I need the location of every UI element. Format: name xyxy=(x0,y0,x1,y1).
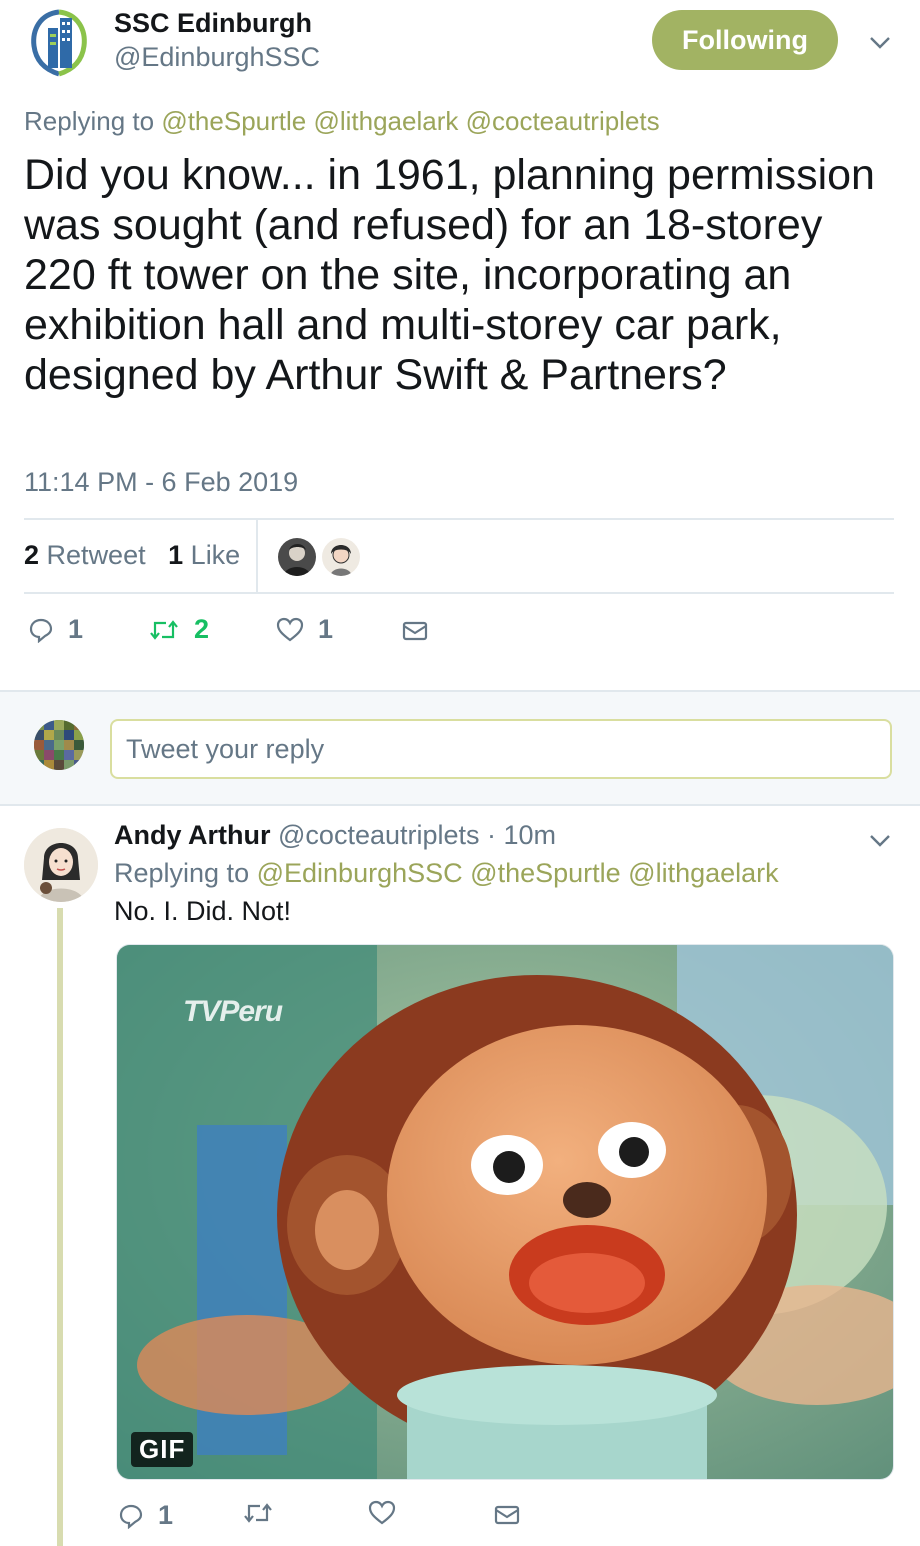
stats-divider xyxy=(256,520,258,594)
reply-header: Andy Arthur @cocteautriplets · 10m xyxy=(114,820,556,851)
chevron-down-icon xyxy=(870,37,890,49)
mention-link[interactable]: @theSpurtle xyxy=(161,106,306,136)
reply-icon xyxy=(29,618,53,643)
message-action[interactable] xyxy=(402,620,428,642)
mention-link[interactable]: @cocteautriplets xyxy=(466,106,660,136)
reply-age[interactable]: · 10m xyxy=(487,820,556,850)
chevron-down-icon xyxy=(870,835,890,847)
thread-line xyxy=(57,908,63,1546)
replying-prefix: Replying to xyxy=(114,858,250,888)
retweet-stat[interactable]: 2 Retweet xyxy=(24,540,146,570)
mention-link[interactable]: @lithgaelark xyxy=(313,106,458,136)
retweet-stat-count: 2 xyxy=(24,540,40,570)
message-action[interactable] xyxy=(494,1504,520,1526)
tweet-options-caret[interactable] xyxy=(865,28,895,58)
gif-badge: GIF xyxy=(131,1432,194,1467)
media-watermark: TVPeru xyxy=(183,995,283,1028)
author-name[interactable]: SSC Edinburgh xyxy=(114,8,312,39)
like-count: 1 xyxy=(318,614,334,644)
like-stat-count: 1 xyxy=(168,540,184,570)
envelope-icon xyxy=(402,621,428,641)
building-logo-icon xyxy=(31,9,87,77)
like-action[interactable] xyxy=(368,1500,396,1526)
reply-author-handle[interactable]: @cocteautriplets xyxy=(278,820,480,850)
illustrated-avatar-icon xyxy=(24,828,98,902)
mention-link[interactable]: @theSpurtle xyxy=(470,858,621,888)
replying-to: Replying to @theSpurtle @lithgaelark @co… xyxy=(24,106,660,137)
reply-count: 1 xyxy=(68,614,84,644)
retweet-icon xyxy=(244,1503,272,1523)
mention-link[interactable]: @EdinburghSSC xyxy=(257,858,463,888)
reply-icon xyxy=(119,1504,143,1529)
person-avatar-icon xyxy=(278,538,316,576)
reply-action[interactable]: 1 xyxy=(118,1500,173,1531)
like-action[interactable]: 1 xyxy=(276,614,333,645)
retweet-action[interactable]: 2 xyxy=(148,614,209,645)
reply-author-name[interactable]: Andy Arthur xyxy=(114,820,271,850)
reply-author-avatar[interactable] xyxy=(24,828,98,902)
current-user-avatar[interactable] xyxy=(34,720,84,770)
reply-input[interactable]: Tweet your reply xyxy=(110,719,892,779)
retweet-count: 2 xyxy=(194,614,210,644)
reply-action[interactable]: 1 xyxy=(28,614,83,645)
like-stat[interactable]: 1 Like xyxy=(168,540,240,570)
reply-count: 1 xyxy=(158,1500,174,1530)
gif-media[interactable]: TVPeru GIF xyxy=(116,944,894,1480)
reply-options-caret[interactable] xyxy=(865,826,895,856)
mosaic-avatar-icon xyxy=(34,720,84,770)
author-avatar[interactable] xyxy=(26,8,92,78)
divider xyxy=(24,518,894,520)
liker-avatar[interactable] xyxy=(278,538,316,576)
author-handle[interactable]: @EdinburghSSC xyxy=(114,42,320,73)
retweet-action[interactable] xyxy=(242,1500,274,1526)
reply-replying-to: Replying to @EdinburghSSC @theSpurtle @l… xyxy=(114,858,779,889)
tweet-timestamp[interactable]: 11:14 PM - 6 Feb 2019 xyxy=(24,467,298,498)
reply-text: No. I. Did. Not! xyxy=(114,896,292,926)
liker-avatar[interactable] xyxy=(322,538,360,576)
engagement-stats: 2 Retweet 1 Like xyxy=(24,540,240,571)
retweet-stat-label: Retweet xyxy=(46,540,146,570)
person-avatar-icon xyxy=(322,538,360,576)
like-stat-label: Like xyxy=(190,540,241,570)
tweet-text: Did you know... in 1961, planning permis… xyxy=(24,151,875,399)
replying-prefix: Replying to xyxy=(24,106,155,136)
envelope-icon xyxy=(494,1505,520,1525)
heart-icon xyxy=(276,617,304,641)
heart-icon xyxy=(368,1500,396,1525)
following-button[interactable]: Following xyxy=(652,10,838,70)
divider xyxy=(24,592,894,594)
mention-link[interactable]: @lithgaelark xyxy=(628,858,778,888)
retweet-icon xyxy=(150,619,178,640)
